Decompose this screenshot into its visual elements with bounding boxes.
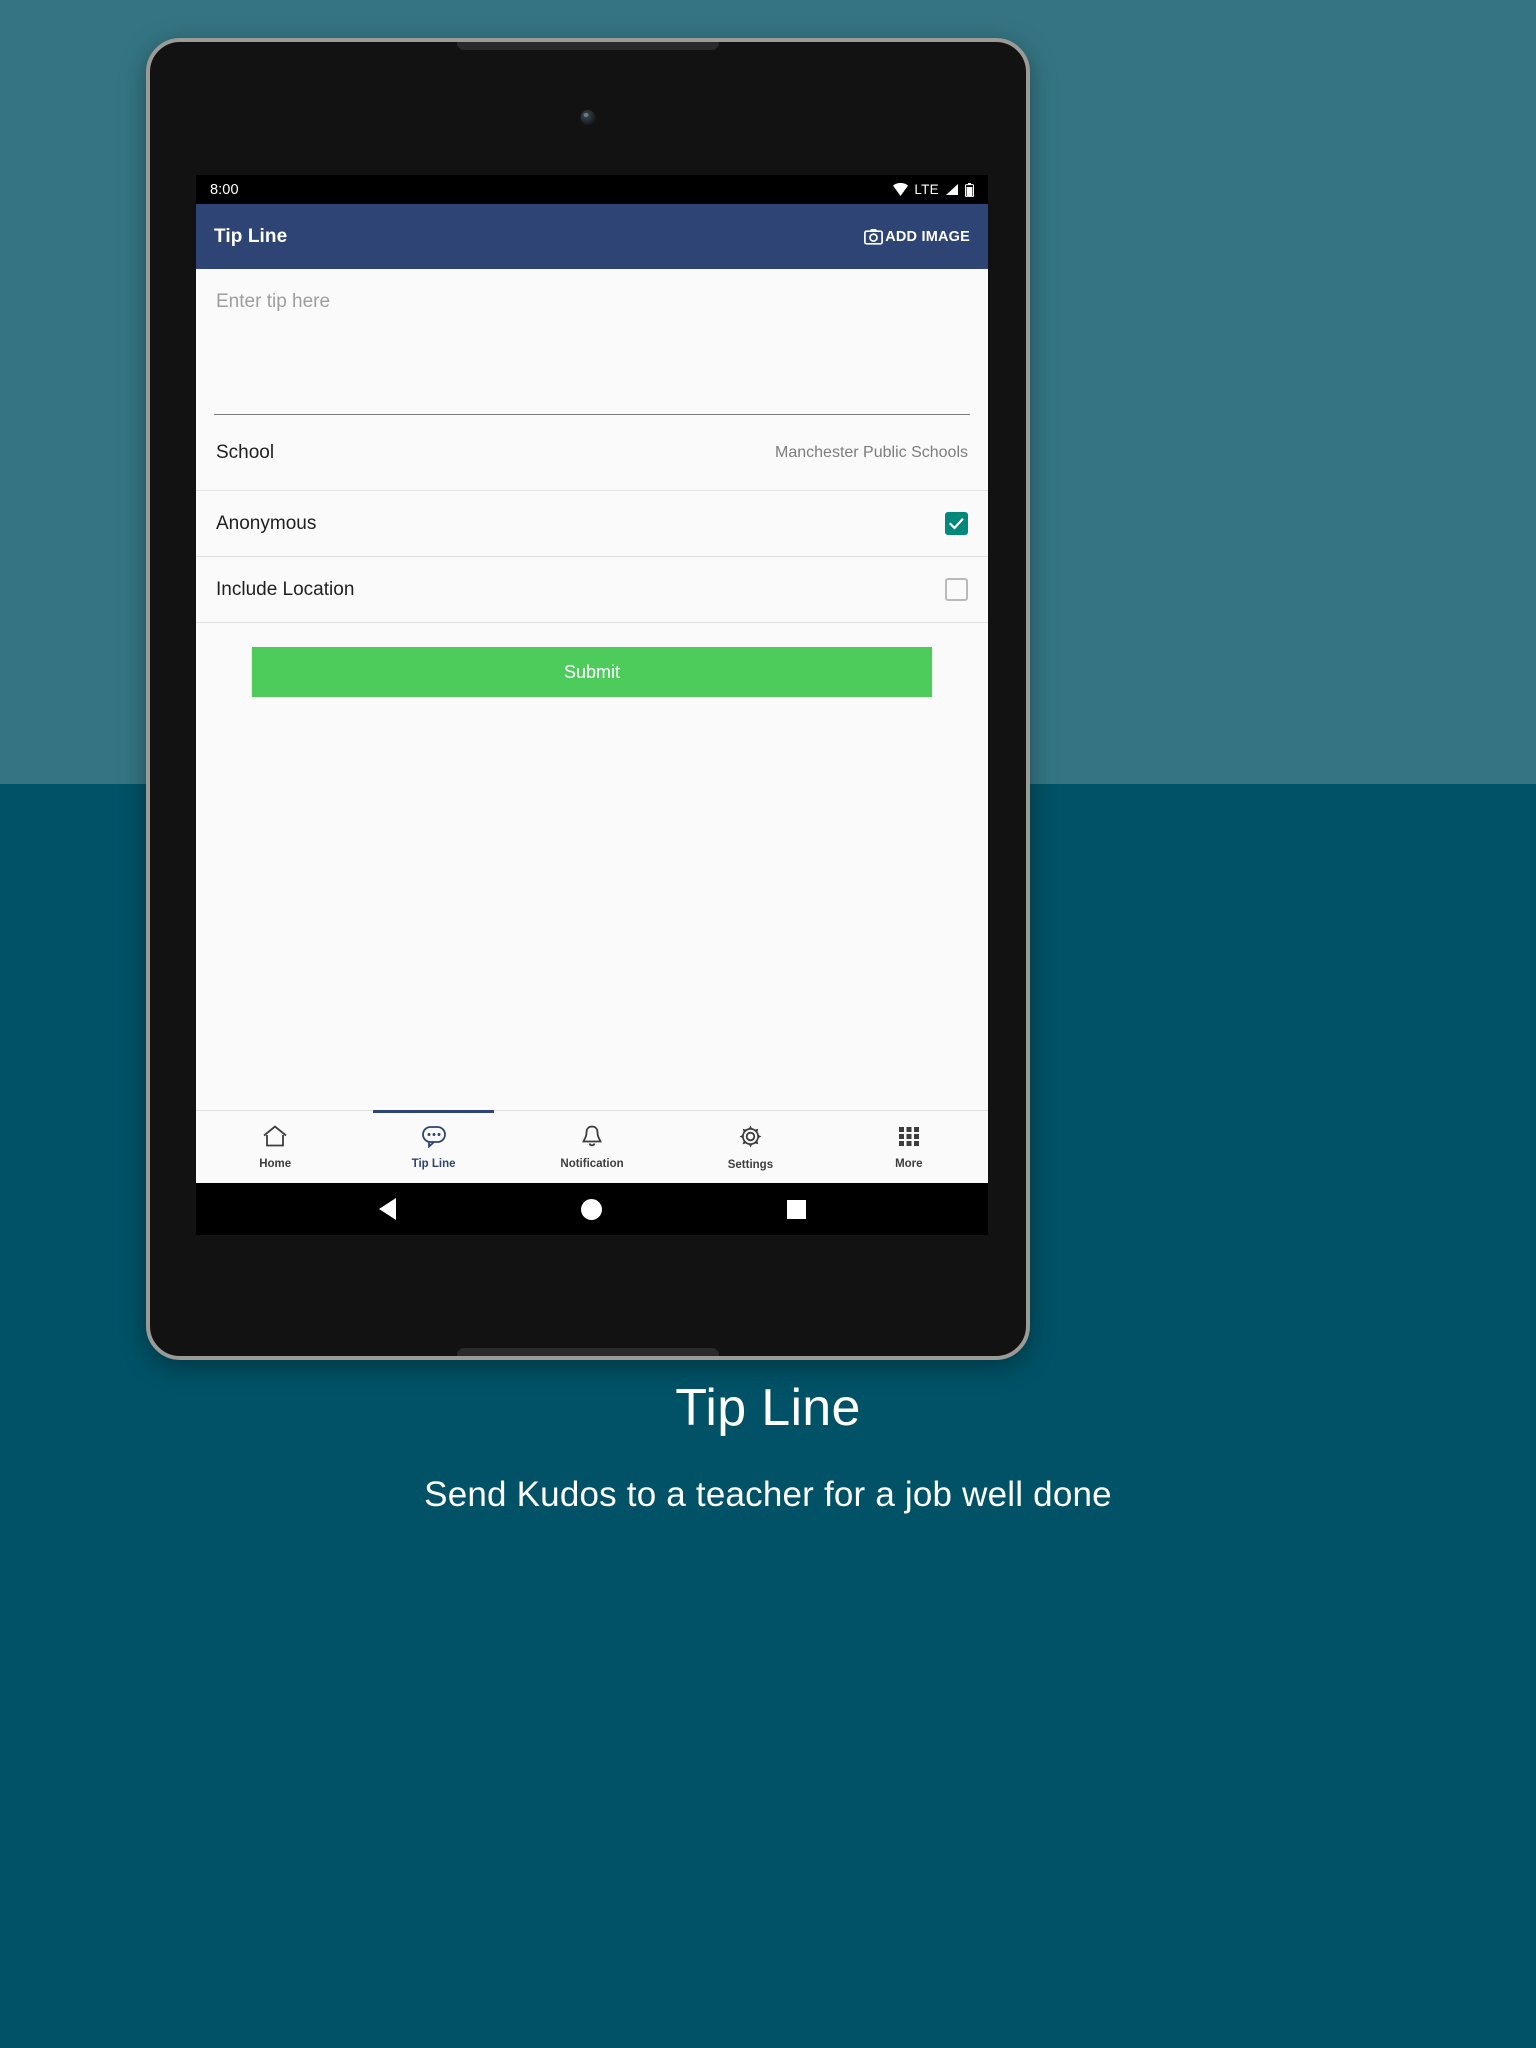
chat-bubble-icon [421, 1124, 447, 1153]
nav-tab-more-label: More [895, 1157, 923, 1170]
tip-input-area[interactable]: Enter tip here [196, 269, 988, 414]
school-row[interactable]: School Manchester Public Schools [196, 415, 988, 491]
page-title: Tip Line [214, 225, 288, 247]
submit-button[interactable]: Submit [252, 647, 932, 697]
school-value: Manchester Public Schools [775, 443, 968, 461]
gear-icon [738, 1124, 763, 1154]
include-location-label: Include Location [216, 578, 355, 600]
bottom-navigation: Home Tip Line Notification Settings More [196, 1110, 988, 1183]
content-filler [196, 697, 988, 1110]
nav-tab-settings-label: Settings [727, 1158, 774, 1171]
caption-title: Tip Line [675, 1379, 861, 1437]
status-bar: 8:00 LTE [196, 175, 988, 204]
wifi-icon [893, 183, 909, 196]
include-location-row[interactable]: Include Location [196, 557, 988, 623]
anonymous-checkbox[interactable] [945, 512, 968, 535]
device-antenna-bottom [457, 1348, 719, 1356]
nav-tab-notification[interactable]: Notification [513, 1111, 671, 1183]
status-system-icons: LTE [893, 182, 974, 197]
nav-tab-tip-line-label: Tip Line [411, 1158, 456, 1170]
nav-tab-notification-label: Notification [560, 1158, 624, 1170]
status-clock: 8:00 [210, 181, 239, 198]
home-icon [262, 1124, 288, 1153]
grid-dots-icon [897, 1125, 921, 1153]
add-image-label: ADD IMAGE [885, 228, 970, 245]
device-screen: 8:00 LTE Tip Line ADD IMAGE Enter tip he… [196, 175, 988, 1235]
anonymous-label: Anonymous [216, 512, 317, 534]
nav-tab-settings[interactable]: Settings [671, 1111, 829, 1183]
network-type-label: LTE [914, 182, 939, 197]
signal-icon [945, 183, 959, 196]
android-system-nav [196, 1183, 988, 1235]
submit-container: Submit [196, 623, 988, 697]
camera-icon [864, 228, 884, 245]
back-triangle-icon[interactable] [378, 1198, 396, 1220]
tablet-device-frame: 8:00 LTE Tip Line ADD IMAGE Enter tip he… [146, 38, 1030, 1360]
nav-tab-tip-line[interactable]: Tip Line [354, 1110, 512, 1183]
battery-icon [965, 182, 974, 197]
recents-square-icon[interactable] [786, 1199, 806, 1219]
include-location-checkbox[interactable] [945, 578, 968, 601]
school-label: School [216, 441, 275, 463]
caption-subtitle: Send Kudos to a teacher for a job well d… [424, 1475, 1112, 1515]
nav-tab-more[interactable]: More [830, 1111, 988, 1183]
anonymous-row[interactable]: Anonymous [196, 491, 988, 557]
app-bar: Tip Line ADD IMAGE [196, 204, 988, 269]
nav-tab-home[interactable]: Home [196, 1111, 354, 1183]
front-camera-icon [580, 110, 596, 125]
nav-tab-home-label: Home [259, 1158, 292, 1170]
home-circle-icon[interactable] [580, 1198, 602, 1220]
tip-input-placeholder: Enter tip here [216, 291, 331, 312]
bell-icon [580, 1124, 604, 1153]
device-antenna-top [457, 42, 719, 50]
caption-block: Tip Line Send Kudos to a teacher for a j… [0, 1379, 1536, 1515]
add-image-button[interactable]: ADD IMAGE [864, 228, 970, 245]
